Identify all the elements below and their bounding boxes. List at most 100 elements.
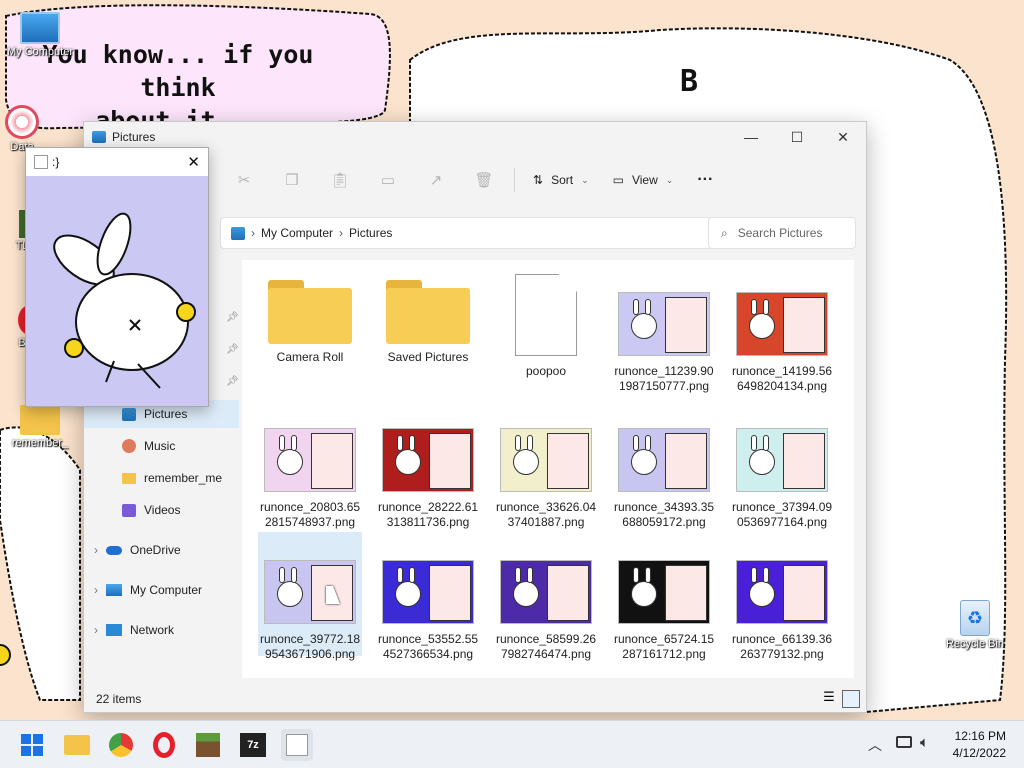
view-button[interactable]: ▭ View ⌄ [601,163,686,197]
nav-item-onedrive[interactable]: › OneDrive [94,536,181,564]
nav-item-my-computer[interactable]: › My Computer [94,576,202,604]
pin-icon: 📌︎ [226,312,239,323]
music-icon [122,439,136,453]
file-name: runonce_34393.35688059172.png [613,500,715,529]
rename-button[interactable]: ▭ [364,163,412,197]
taskbar-image-viewer[interactable] [281,729,313,761]
network-status-icon[interactable] [896,736,912,748]
desktop-icon-remember[interactable]: remember_ [0,405,80,449]
paste-button[interactable]: 📋︎ [316,163,364,197]
see-more-button[interactable]: ··· [685,163,725,197]
chevron-right-icon: › [94,583,98,597]
minimize-icon: — [744,129,758,145]
monitor-icon [20,12,60,44]
volume-icon[interactable]: 🔈︎ [920,733,929,751]
taskbar-file-explorer[interactable] [61,729,93,761]
cut-icon: ✂ [237,172,251,189]
image-thumbnail [500,560,592,624]
folder-item[interactable]: Camera Roll [258,274,362,365]
taskbar-minecraft[interactable] [192,729,224,761]
file-item[interactable]: runonce_20803.652815748937.png [258,410,362,530]
chevron-up-icon[interactable]: ︿ [868,735,882,755]
network-icon [106,624,122,636]
paste-icon: 📋︎ [330,172,350,189]
taskbar-7zip[interactable]: 7z [237,729,269,761]
image-thumbnail [500,428,592,492]
file-name: runonce_58599.267982746474.png [495,632,597,661]
desktop-icon-recycle-bin[interactable]: ♻ Recycle Bin [935,600,1015,650]
start-button[interactable] [16,729,48,761]
folder-icon [268,280,352,344]
folder-icon [386,280,470,344]
file-name: runonce_39772.189543671906.png [259,632,361,661]
share-icon: ↗ [429,172,443,189]
address-bar[interactable]: › My Computer › Pictures ⌄ ↻ [220,217,790,249]
image-thumbnail [264,428,356,492]
nav-item-videos[interactable]: Videos [122,496,180,524]
toolbar-divider [514,168,515,192]
minimize-button[interactable]: — [728,122,774,152]
close-icon: ✕ [837,128,849,145]
nav-label: Network [130,623,175,637]
file-item[interactable]: runonce_39772.189543671906.png [258,542,362,662]
desktop-icon-my-computer[interactable]: My Computer [0,12,80,58]
file-item[interactable]: runonce_65724.15287161712.png [612,542,716,662]
file-item[interactable]: runonce_53552.554527366534.png [376,542,480,662]
trash-icon: 🗑︎ [474,172,494,189]
popup-close-button[interactable]: ✕ [187,153,200,171]
clock[interactable]: 12:16 PM 4/12/2022 [953,728,1006,762]
breadcrumb-pictures[interactable]: Pictures [349,226,392,240]
breadcrumb-my-computer[interactable]: My Computer [261,226,333,240]
nav-label: Music [144,439,176,453]
file-item[interactable]: runonce_34393.35688059172.png [612,410,716,530]
image-thumbnail [736,428,828,492]
file-name: runonce_28222.61313811736.png [377,500,479,529]
file-list[interactable]: Camera Roll Saved Pictures poopoo runonce_1… [242,260,854,678]
folder-icon [122,472,136,484]
maximize-button[interactable]: ☐ [774,122,820,152]
nav-item-music[interactable]: Music [122,432,175,460]
blank-file-icon [515,274,577,356]
cut-button[interactable]: ✂ [220,163,268,197]
image-thumbnail [618,292,710,356]
clock-date: 4/12/2022 [952,746,1006,760]
file-name: runonce_11239.901987150777.png [614,364,714,393]
file-name: poopoo [525,364,567,378]
file-item[interactable]: runonce_66139.36263779132.png [730,542,834,662]
file-item[interactable]: runonce_37394.090536977164.png [730,410,834,530]
nav-label: Videos [144,503,181,517]
nav-item-network[interactable]: › Network [94,616,174,644]
more-icon: ··· [697,171,714,188]
window-title: Pictures [112,130,156,144]
copy-button[interactable]: ❐ [268,163,316,197]
popup-title-bar[interactable]: :} ✕ [26,148,208,176]
taskbar-chrome[interactable] [105,729,137,761]
image-popup-window[interactable]: :} ✕ [25,147,209,407]
delete-button[interactable]: 🗑︎ [460,163,508,197]
large-icons-view-button[interactable] [842,690,860,708]
file-item[interactable]: poopoo [494,274,598,379]
taskbar-opera[interactable] [148,729,180,761]
share-button[interactable]: ↗ [412,163,460,197]
bunny-icon [34,155,48,169]
mandala-icon [5,105,39,139]
file-item[interactable]: runonce_11239.901987150777.png [612,274,716,394]
image-thumbnail [264,560,356,624]
details-view-button[interactable]: ☰ [820,690,838,708]
file-item[interactable]: runonce_28222.61313811736.png [376,410,480,530]
sort-button[interactable]: ⇅ Sort ⌄ [521,163,601,197]
desktop-icon-data[interactable]: Data [0,105,62,153]
close-button[interactable]: ✕ [820,122,866,152]
file-item[interactable]: runonce_14199.566498204134.png [730,274,834,394]
computer-icon [106,584,122,596]
nav-label: My Computer [130,583,203,597]
image-thumbnail [618,560,710,624]
folder-item[interactable]: Saved Pictures [376,274,480,365]
chevron-right-icon: › [94,623,98,637]
file-item[interactable]: runonce_58599.267982746474.png [494,542,598,662]
search-input[interactable]: ⌕ Search Pictures [708,217,856,249]
desktop-icon-label: My Computer [6,46,74,58]
nav-item-remember-me[interactable]: remember_me [122,464,222,492]
image-thumbnail [382,560,474,624]
file-item[interactable]: runonce_33626.0437401887.png [494,410,598,530]
